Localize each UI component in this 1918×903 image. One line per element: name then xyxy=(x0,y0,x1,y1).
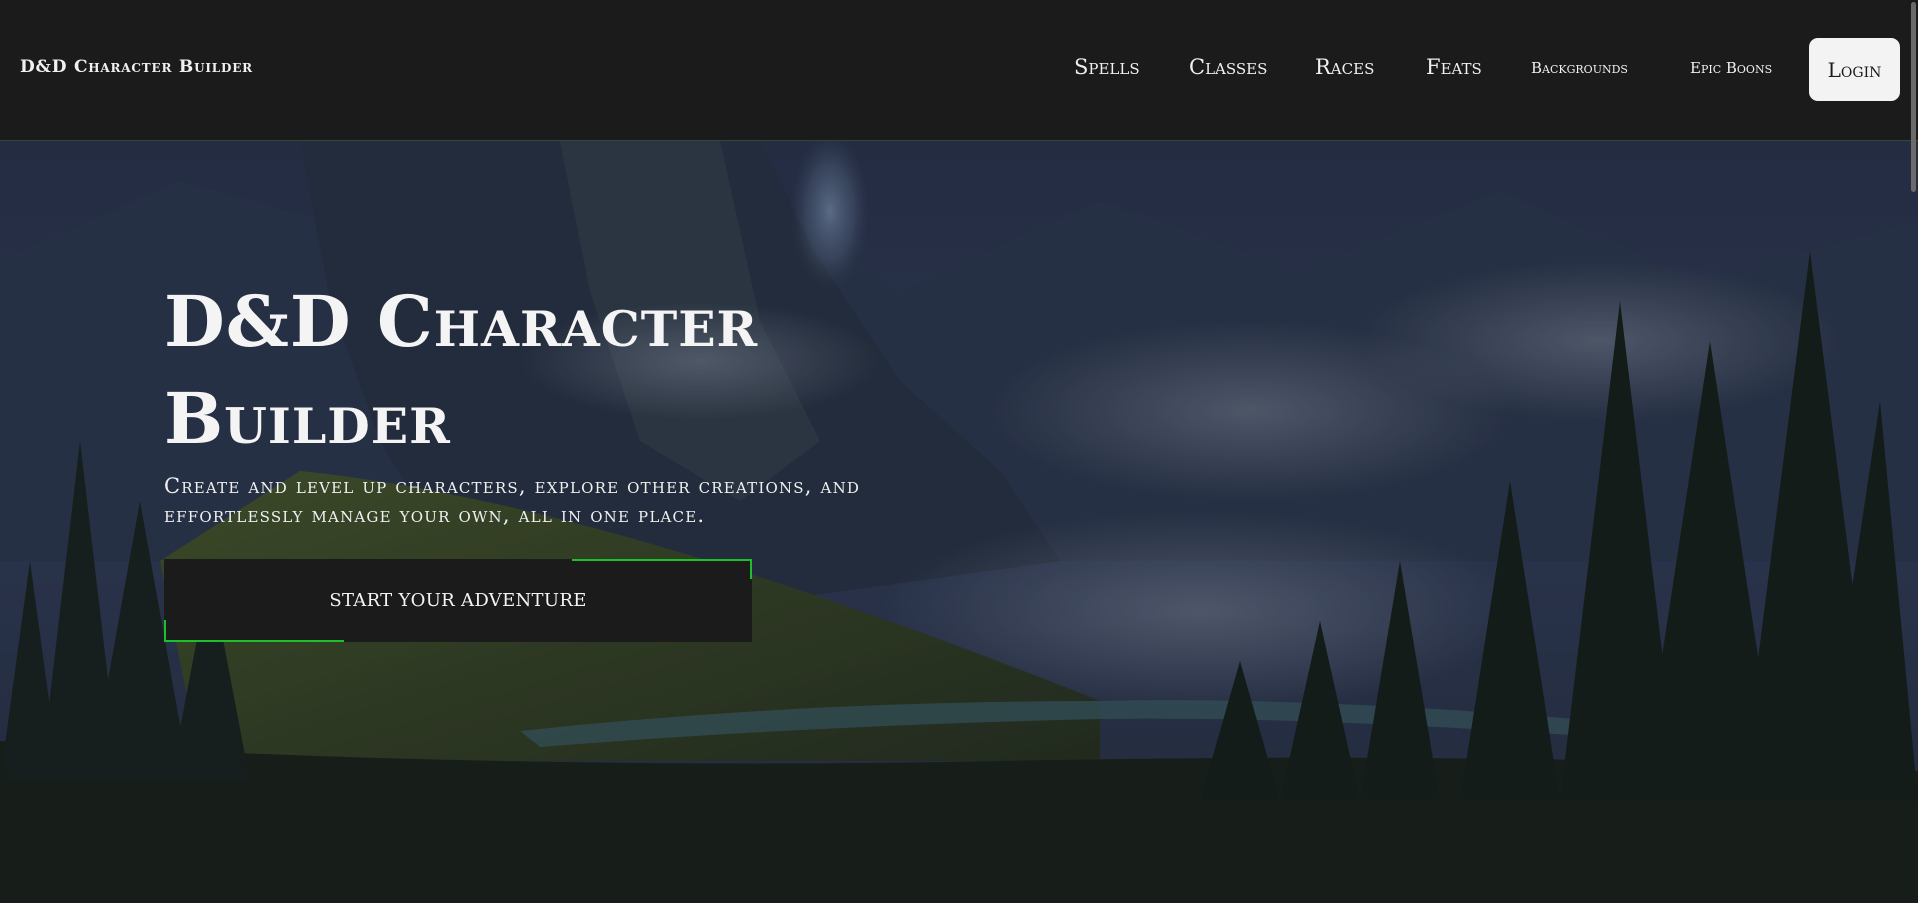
start-adventure-button[interactable]: START YOUR ADVENTURE xyxy=(164,559,752,642)
nav-spells[interactable]: Spells xyxy=(1074,55,1140,79)
hero-title: D&D Character Builder xyxy=(164,280,759,460)
page-scrollbar[interactable] xyxy=(1910,0,1918,903)
nav-epic-boons[interactable]: Epic Boons xyxy=(1690,59,1772,77)
main-nav: Spells Classes Races Feats Backgrounds E… xyxy=(0,0,1918,141)
nav-backgrounds[interactable]: Backgrounds xyxy=(1531,59,1628,77)
top-navbar: D&D Character Builder Spells Classes Rac… xyxy=(0,0,1918,141)
hero-section: D&D Character Builder Create and level u… xyxy=(0,141,1918,903)
nav-races[interactable]: Races xyxy=(1315,55,1374,79)
hero-subtitle: Create and level up characters, explore … xyxy=(164,474,861,527)
login-button[interactable]: Login xyxy=(1809,38,1900,101)
nav-feats[interactable]: Feats xyxy=(1426,55,1482,79)
scrollbar-thumb[interactable] xyxy=(1911,2,1916,192)
nav-classes[interactable]: Classes xyxy=(1189,55,1267,79)
